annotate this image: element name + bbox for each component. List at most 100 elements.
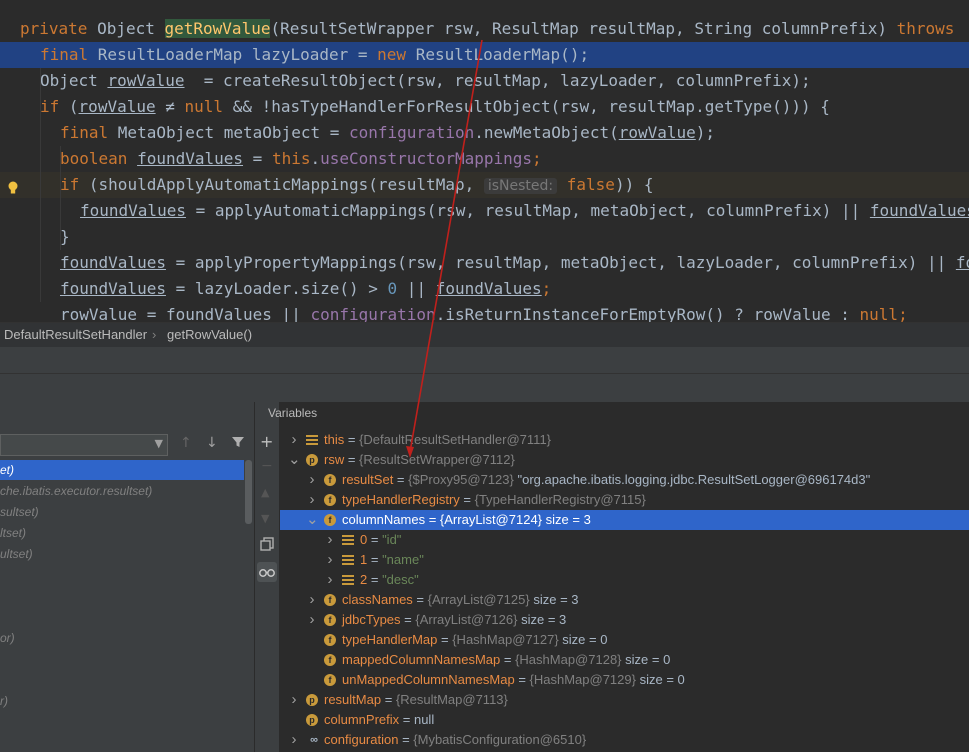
stack-frame[interactable]: che.ibatis.executor.resultset) — [0, 481, 244, 501]
code-token: null — [859, 305, 899, 322]
variable-size: size = 3 — [533, 592, 579, 607]
variables-side-toolbar: + − ▲ ▼ — [255, 402, 279, 752]
frames-scrollbar[interactable] — [245, 460, 252, 524]
field-icon: f — [324, 594, 336, 606]
code-line[interactable]: } — [0, 224, 969, 250]
code-line[interactable]: foundValues = lazyLoader.size() > 0 || f… — [0, 276, 969, 302]
chevron-right-icon[interactable]: › — [288, 430, 300, 450]
code-line[interactable]: Object rowValue = createResultObject(rsw… — [0, 68, 969, 94]
variable-ref: {HashMap@7128} — [515, 652, 622, 667]
variable-row[interactable]: f typeHandlerMap = {HashMap@7127} size = … — [280, 630, 969, 650]
code-editor[interactable]: private Object getRowValue(ResultSetWrap… — [0, 16, 969, 322]
chevron-right-icon[interactable]: › — [324, 550, 336, 570]
stack-frame[interactable]: ltset) — [0, 523, 244, 543]
stack-frame[interactable]: or) — [0, 628, 244, 648]
code-line[interactable]: if (shouldApplyAutomaticMappings(resultM… — [0, 172, 969, 198]
remove-watch-icon[interactable]: − — [261, 458, 273, 474]
separator: = — [412, 592, 428, 607]
variable-row[interactable]: › f resultSet = {$Proxy95@7123} "org.apach… — [280, 470, 969, 490]
variable-row[interactable]: › f typeHandlerRegistry = {TypeHandlerRegi… — [280, 490, 969, 510]
variable-name: resultSet — [342, 472, 394, 487]
code-line[interactable]: foundValues = applyPropertyMappings(rsw,… — [0, 250, 969, 276]
chevron-right-icon[interactable]: › — [306, 490, 318, 510]
code-token: = applyAutomaticMappings(rsw, resultMap,… — [185, 201, 870, 220]
field-icon: f — [324, 474, 336, 486]
chevron-right-icon[interactable]: › — [306, 470, 318, 490]
variable-row[interactable]: ⌄ p rsw = {ResultSetWrapper@7112} — [280, 450, 969, 470]
thread-selector[interactable]: ▼ — [0, 434, 168, 456]
code-token: && !hasTypeHandlerForResultObject(rsw, r… — [232, 97, 830, 116]
stack-frame[interactable] — [0, 565, 244, 585]
chevron-right-icon[interactable]: › — [288, 690, 300, 710]
variable-row[interactable]: › p resultMap = {ResultMap@7113} — [280, 690, 969, 710]
chevron-right-icon[interactable]: › — [306, 610, 318, 630]
stack-frame[interactable]: et) — [0, 460, 244, 480]
code-token: rowValue — [78, 97, 156, 116]
chevron-right-icon[interactable]: › — [306, 590, 318, 610]
separator: = — [381, 692, 396, 707]
variable-row[interactable]: › 1 = "name" — [280, 550, 969, 570]
variable-row[interactable]: f mappedColumnNamesMap = {HashMap@7128} s… — [280, 650, 969, 670]
variable-row[interactable]: › f jdbcTypes = {ArrayList@7126} size = 3 — [280, 610, 969, 630]
code-line[interactable]: private Object getRowValue(ResultSetWrap… — [0, 16, 969, 42]
code-line[interactable]: foundValues = applyAutomaticMappings(rsw… — [0, 198, 969, 224]
variable-row[interactable]: p columnPrefix = null — [280, 710, 969, 730]
debug-tool-header — [0, 347, 969, 374]
chevron-down-icon[interactable]: ⌄ — [288, 450, 301, 470]
variable-value: "name" — [382, 552, 424, 567]
variable-row[interactable]: › 2 = "desc" — [280, 570, 969, 590]
variable-name: rsw — [324, 452, 345, 467]
move-down-icon[interactable]: ▼ — [261, 512, 269, 525]
variable-row[interactable]: f unMappedColumnNamesMap = {HashMap@7129}… — [280, 670, 969, 690]
list-icon — [342, 554, 354, 566]
variable-row[interactable]: › 0 = "id" — [280, 530, 969, 550]
arrow-down-icon[interactable]: ↓ — [206, 435, 218, 451]
code-line[interactable]: if (rowValue ≠ null && !hasTypeHandlerFo… — [0, 94, 969, 120]
stack-frame[interactable]: sultset) — [0, 502, 244, 522]
code-token: ( — [68, 97, 79, 116]
move-up-icon[interactable]: ▲ — [261, 486, 269, 499]
code-token: = applyPropertyMappings(rsw, resultMap, … — [165, 253, 956, 272]
filter-icon[interactable] — [231, 435, 245, 453]
code-token: } — [60, 227, 70, 246]
stack-frame[interactable] — [0, 670, 244, 690]
lightbulb-icon[interactable] — [7, 177, 19, 194]
code-line[interactable]: final MetaObject metaObject = configurat… — [0, 120, 969, 146]
variable-value: "org.apache.ibatis.logging.jdbc.ResultSe… — [517, 472, 871, 487]
stack-frame[interactable]: ultset) — [0, 544, 244, 564]
chevron-right-icon[interactable]: › — [324, 570, 336, 590]
variable-ref: {ResultMap@7113} — [395, 692, 508, 707]
stack-frame[interactable] — [0, 649, 244, 669]
copy-icon[interactable] — [260, 537, 274, 555]
chevron-down-icon[interactable]: ⌄ — [306, 510, 319, 530]
variable-row[interactable]: ⌄ f columnNames = {ArrayList@7124} size = … — [280, 510, 969, 530]
variable-ref: {ArrayList@7126} — [415, 612, 518, 627]
code-line[interactable]: boolean foundValues = this.useConstructo… — [0, 146, 969, 172]
chevron-right-icon[interactable]: › — [324, 530, 336, 550]
chevron-right-icon[interactable]: › — [288, 730, 300, 750]
frames-panel: ▼ ↑ ↓ et) che.ibatis.executor.resultset) s… — [0, 402, 255, 752]
parameter-icon: p — [306, 714, 318, 726]
field-icon: f — [324, 654, 336, 666]
stack-frame[interactable]: r) — [0, 691, 244, 711]
stack-frame[interactable] — [0, 712, 244, 732]
add-watch-icon[interactable]: + — [260, 432, 273, 451]
arrow-up-icon[interactable]: ↑ — [180, 435, 192, 451]
variable-row[interactable]: › ∞ configuration = {MybatisConfiguration@… — [280, 730, 969, 750]
code-token: (ResultSetWrapper rsw, ResultMap resultM… — [270, 19, 897, 38]
glasses-icon[interactable] — [257, 562, 277, 582]
stack-frame[interactable] — [0, 586, 244, 606]
code-token: ; — [541, 279, 552, 298]
code-line[interactable]: rowValue = foundValues || configuration.… — [0, 302, 969, 322]
stack-frame[interactable] — [0, 607, 244, 627]
variable-ref: {ArrayList@7125} — [427, 592, 530, 607]
code-line[interactable]: final ResultLoaderMap lazyLoader = new R… — [0, 42, 969, 68]
breadcrumb-separator: › — [152, 327, 157, 342]
variable-size: size = 0 — [562, 632, 608, 647]
breadcrumb-class[interactable]: DefaultResultSetHandler — [4, 323, 147, 347]
variable-row[interactable]: › f classNames = {ArrayList@7125} size = 3 — [280, 590, 969, 610]
code-token: ResultLoaderMap(); — [415, 45, 590, 64]
breadcrumb-method[interactable]: getRowValue() — [167, 323, 252, 347]
variable-row[interactable]: › this = {DefaultResultSetHandler@7111} — [280, 430, 969, 450]
code-token: foundValues — [955, 253, 969, 272]
